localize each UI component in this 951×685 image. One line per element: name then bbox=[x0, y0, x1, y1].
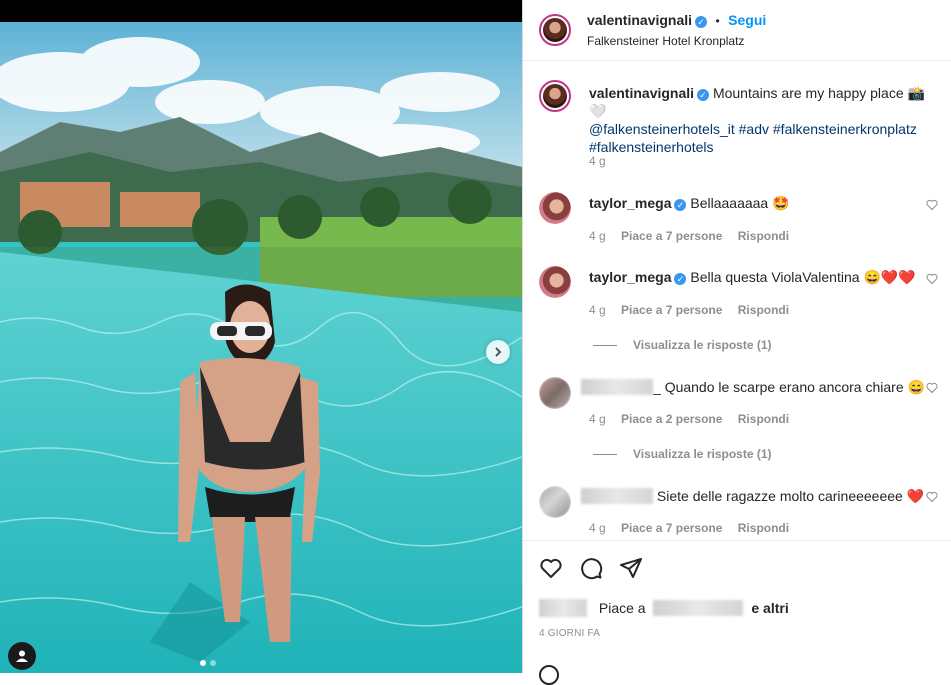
comment-meta: 4 g Piace a 7 persone Rispondi bbox=[589, 303, 789, 317]
comment-username-suffix: _ bbox=[653, 379, 661, 395]
comment-likes[interactable]: Piace a 2 persone bbox=[621, 412, 722, 426]
verified-badge-icon: ✓ bbox=[695, 16, 708, 28]
comment-text: taylor_mega ✓ Bellaaaaaaa 🤩 bbox=[589, 194, 929, 212]
post-actions: Piace a e altri 4 GIORNI FA bbox=[523, 540, 951, 685]
comment-body: Quando le scarpe erano ancora chiare bbox=[664, 379, 904, 395]
author-avatar[interactable] bbox=[539, 14, 571, 46]
user-tags-button[interactable] bbox=[8, 642, 36, 670]
post-header: valentinavignali ✓ • Segui Falkensteiner … bbox=[523, 0, 951, 61]
comment-time[interactable]: 4 g bbox=[589, 229, 606, 243]
comment-meta: 4 g Piace a 7 persone Rispondi bbox=[589, 521, 789, 535]
heart-icon[interactable] bbox=[539, 556, 563, 580]
user-tag-icon bbox=[16, 650, 28, 662]
comment-time[interactable]: 4 g bbox=[589, 521, 606, 535]
next-media-button[interactable] bbox=[486, 340, 510, 364]
carousel-dots bbox=[200, 660, 216, 666]
comment-meta: 4 g Piace a 2 persone Rispondi bbox=[589, 412, 789, 426]
comment-icon[interactable] bbox=[579, 556, 603, 580]
follow-button[interactable]: Segui bbox=[728, 12, 766, 28]
reply-button[interactable]: Rispondi bbox=[738, 229, 789, 243]
caption-text: Mountains are my happy place bbox=[712, 85, 904, 101]
caption-avatar[interactable] bbox=[539, 80, 571, 112]
redacted-username bbox=[581, 379, 653, 395]
likes-others-link[interactable]: e altri bbox=[751, 600, 788, 616]
comment-avatar[interactable] bbox=[539, 266, 571, 298]
comment-likes[interactable]: Piace a 7 persone bbox=[621, 229, 722, 243]
comment-emoji: 😄 bbox=[907, 379, 925, 395]
comment-username[interactable]: taylor_mega bbox=[589, 269, 671, 285]
replies-line bbox=[593, 345, 617, 347]
comment-avatar[interactable] bbox=[539, 486, 571, 518]
post-media bbox=[0, 0, 522, 673]
verified-badge-icon: ✓ bbox=[697, 89, 710, 101]
comment-avatar[interactable] bbox=[539, 192, 571, 224]
comment-emoji: 😄❤️❤️ bbox=[863, 269, 916, 285]
view-replies[interactable]: Visualizza le risposte (1) bbox=[593, 447, 772, 461]
comment-like-heart-icon[interactable] bbox=[926, 273, 938, 285]
caption: valentinavignali ✓ Mountains are my happy… bbox=[589, 84, 939, 156]
chevron-right-icon bbox=[495, 347, 502, 357]
view-replies-label[interactable]: Visualizza le risposte (1) bbox=[633, 447, 772, 461]
comment-username[interactable]: taylor_mega bbox=[589, 195, 671, 211]
comment-meta: 4 g Piace a 7 persone Rispondi bbox=[589, 229, 789, 243]
carousel-dot bbox=[200, 660, 206, 666]
caption-username[interactable]: valentinavignali bbox=[589, 85, 694, 101]
share-icon[interactable] bbox=[619, 556, 643, 580]
post-photo[interactable] bbox=[0, 22, 522, 673]
comment-emoji: ❤️ bbox=[906, 488, 925, 504]
comment-body: Siete delle ragazze molto carineeeeeee bbox=[656, 488, 903, 504]
verified-badge-icon: ✓ bbox=[674, 273, 687, 285]
comment-time[interactable]: 4 g bbox=[589, 303, 606, 317]
reply-button[interactable]: Rispondi bbox=[738, 521, 789, 535]
caption-time[interactable]: 4 g bbox=[589, 154, 606, 168]
likes-avatar bbox=[539, 599, 587, 617]
comment-like-heart-icon[interactable] bbox=[926, 199, 938, 211]
likes-prefix: Piace a bbox=[598, 600, 646, 616]
comment-likes[interactable]: Piace a 7 persone bbox=[621, 521, 722, 535]
author-username[interactable]: valentinavignali bbox=[587, 12, 692, 28]
comment-time[interactable]: 4 g bbox=[589, 412, 606, 426]
comment-like-heart-icon[interactable] bbox=[926, 491, 938, 503]
comment-body: Bella questa ViolaValentina bbox=[690, 269, 860, 285]
replies-line bbox=[593, 454, 617, 456]
post-location[interactable]: Falkensteiner Hotel Kronplatz bbox=[587, 34, 744, 48]
carousel-dot bbox=[210, 660, 216, 666]
photo-illustration bbox=[0, 22, 522, 673]
comment-emoji: 🤩 bbox=[772, 195, 790, 211]
comment-text: Siete delle ragazze molto carineeeeeee ❤… bbox=[581, 487, 931, 505]
comment-body: Bellaaaaaaa bbox=[690, 195, 769, 211]
redacted-liker bbox=[653, 600, 744, 616]
redacted-username bbox=[581, 488, 653, 504]
comment-text: taylor_mega ✓ Bella questa ViolaValentina… bbox=[589, 268, 929, 286]
caption-hashtags[interactable]: #falkensteinerhotels bbox=[589, 139, 714, 155]
view-replies[interactable]: Visualizza le risposte (1) bbox=[593, 338, 772, 352]
emoji-icon[interactable] bbox=[539, 665, 559, 685]
likes-summary: Piace a e altri bbox=[539, 599, 789, 617]
verified-badge-icon: ✓ bbox=[674, 199, 687, 211]
caption-mention[interactable]: @falkensteinerhotels_it bbox=[589, 121, 735, 137]
follow-separator: • bbox=[715, 14, 720, 28]
comment-likes[interactable]: Piace a 7 persone bbox=[621, 303, 722, 317]
comment-avatar[interactable] bbox=[539, 377, 571, 409]
post-details-panel: valentinavignali ✓ • Segui Falkensteiner … bbox=[522, 0, 951, 685]
comment-text: _ Quando le scarpe erano ancora chiare 😄 bbox=[581, 378, 931, 396]
view-replies-label[interactable]: Visualizza le risposte (1) bbox=[633, 338, 772, 352]
reply-button[interactable]: Rispondi bbox=[738, 412, 789, 426]
post-timestamp[interactable]: 4 GIORNI FA bbox=[539, 628, 600, 639]
comment-like-heart-icon[interactable] bbox=[926, 382, 938, 394]
reply-button[interactable]: Rispondi bbox=[738, 303, 789, 317]
caption-hashtags[interactable]: #adv #falkensteinerkronplatz bbox=[739, 121, 917, 137]
